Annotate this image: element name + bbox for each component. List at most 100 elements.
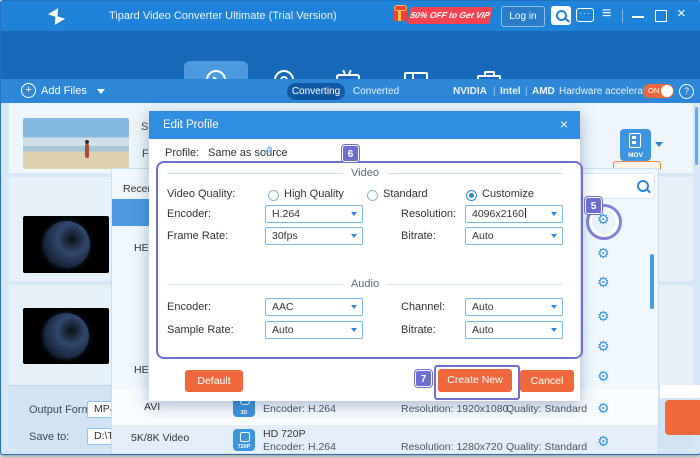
gift-icon[interactable]: [393, 8, 407, 21]
bitrate-select[interactable]: Auto: [465, 227, 563, 245]
chevron-down-icon[interactable]: [351, 328, 357, 332]
category-item[interactable]: HE: [134, 364, 149, 376]
radio-high-quality[interactable]: [268, 190, 279, 201]
vip-offer-badge[interactable]: 50% OFF to Get VIP: [407, 7, 493, 24]
row-quality: Quality: Standard: [506, 403, 587, 415]
audio-bitrate-select[interactable]: Auto: [465, 321, 563, 339]
samplerate-select[interactable]: Auto: [265, 321, 363, 339]
nav-bar: Converter Ripper MV Collage: [1, 31, 700, 79]
feedback-icon[interactable]: ···: [576, 8, 594, 22]
converted-tab[interactable]: Converted: [353, 86, 399, 97]
chevron-down-icon[interactable]: [97, 89, 105, 94]
dialog-title: Edit Profile: [163, 119, 219, 131]
text-fragment: F: [142, 148, 149, 160]
radio-standard-label[interactable]: Standard: [383, 188, 428, 200]
close-icon[interactable]: ×: [677, 5, 686, 22]
film-icon: [629, 133, 641, 148]
annotation-badge-5: 5: [585, 197, 602, 214]
gear-icon[interactable]: ⚙: [597, 212, 610, 226]
resolution-label: Resolution:: [401, 208, 456, 220]
text-caret: [525, 208, 526, 218]
video-quality-label: Video Quality:: [167, 188, 235, 200]
amd-brand: AMD: [532, 86, 555, 97]
gear-icon[interactable]: ⚙: [597, 434, 610, 448]
help-icon[interactable]: ?: [679, 84, 694, 99]
radio-customize[interactable]: [466, 190, 477, 201]
gear-icon[interactable]: ⚙: [597, 369, 610, 383]
gear-icon[interactable]: ⚙: [597, 309, 610, 323]
channel-select[interactable]: Auto: [465, 298, 563, 316]
search-icon[interactable]: [637, 180, 649, 192]
cancel-button[interactable]: Cancel: [520, 370, 574, 392]
title-bar: Tipard Video Converter Ultimate (Trial V…: [1, 1, 700, 31]
convert-all-button-partial[interactable]: [665, 400, 700, 435]
gear-icon[interactable]: ⚙: [597, 275, 610, 289]
chevron-down-icon[interactable]: [351, 305, 357, 309]
video-section-header: Video: [167, 167, 563, 179]
titlebar-divider: [622, 9, 623, 23]
gear-icon[interactable]: ⚙: [597, 401, 610, 415]
row-encoder: Encoder: H.264: [263, 403, 336, 415]
audio-encoder-label: Encoder:: [167, 301, 211, 313]
channel-label: Channel:: [401, 301, 445, 313]
register-key-button[interactable]: [551, 6, 571, 25]
chevron-down-icon[interactable]: [551, 328, 557, 332]
brand-divider: |: [525, 86, 528, 97]
radio-standard[interactable]: [367, 190, 378, 201]
nvidia-brand: NVIDIA: [453, 86, 487, 97]
annotation-badge-6: 6: [342, 145, 359, 162]
video-thumbnail-earth: [23, 216, 109, 273]
category-item[interactable]: 5K/8K Video: [131, 432, 189, 444]
chevron-down-icon[interactable]: [655, 142, 663, 147]
sub-toolbar: + Add Files Converting Converted NVIDIA …: [1, 79, 700, 103]
radio-customize-label[interactable]: Customize: [482, 188, 534, 200]
login-button[interactable]: Log in: [501, 6, 545, 27]
menu-icon[interactable]: ≡: [602, 5, 611, 23]
samplerate-label: Sample Rate:: [167, 324, 234, 336]
row-encoder: Encoder: H.264: [263, 441, 336, 453]
hw-accel-toggle[interactable]: ON: [643, 84, 674, 98]
text-fragment: S: [141, 121, 148, 133]
audio-encoder-select[interactable]: AAC: [265, 298, 363, 316]
key-icon: [556, 10, 567, 21]
default-button[interactable]: Default: [185, 370, 243, 392]
add-files-button[interactable]: Add Files: [41, 85, 87, 97]
framerate-select[interactable]: 30fps: [265, 227, 363, 245]
category-item[interactable]: AVI: [144, 401, 160, 413]
annotation-badge-7: 7: [415, 370, 432, 387]
picker-scrollbar[interactable]: [650, 254, 654, 309]
audio-bitrate-label: Bitrate:: [401, 324, 436, 336]
profile-value: Same as source: [208, 147, 287, 159]
file-list-scrollbar[interactable]: [695, 107, 698, 165]
bitrate-label: Bitrate:: [401, 230, 436, 242]
encoder-select[interactable]: H.264: [265, 205, 363, 223]
gear-icon[interactable]: ⚙: [597, 246, 610, 260]
category-item[interactable]: HE: [134, 242, 149, 254]
resolution-select[interactable]: 4096x2160: [465, 205, 563, 223]
intel-brand: Intel: [500, 86, 521, 97]
chevron-down-icon[interactable]: [551, 212, 557, 216]
tipard-logo-icon: [47, 6, 67, 26]
dialog-header: Edit Profile ×: [149, 111, 580, 139]
chevron-down-icon[interactable]: [351, 234, 357, 238]
brand-divider: |: [493, 86, 496, 97]
app-window: Tipard Video Converter Ultimate (Trial V…: [0, 0, 700, 455]
plus-icon[interactable]: +: [21, 83, 36, 98]
create-new-button[interactable]: Create New: [438, 369, 512, 392]
row-resolution: Resolution: 1920x1080: [401, 403, 508, 415]
edit-icon[interactable]: ✎: [263, 144, 273, 158]
format-icon-720p: 720P: [233, 429, 255, 451]
output-format-button[interactable]: MOV: [620, 129, 651, 161]
save-to-label: Save to:: [29, 431, 69, 443]
gear-icon[interactable]: ⚙: [597, 339, 610, 353]
radio-high-quality-label[interactable]: High Quality: [284, 188, 344, 200]
chevron-down-icon[interactable]: [551, 234, 557, 238]
converting-tab[interactable]: Converting: [287, 83, 345, 100]
row-resolution: Resolution: 1280x720: [401, 441, 503, 453]
maximize-icon[interactable]: [655, 10, 667, 22]
chevron-down-icon[interactable]: [551, 305, 557, 309]
row-divider: [660, 385, 700, 398]
chevron-down-icon[interactable]: [351, 212, 357, 216]
close-icon[interactable]: ×: [560, 116, 568, 132]
minimize-icon[interactable]: [632, 16, 644, 18]
